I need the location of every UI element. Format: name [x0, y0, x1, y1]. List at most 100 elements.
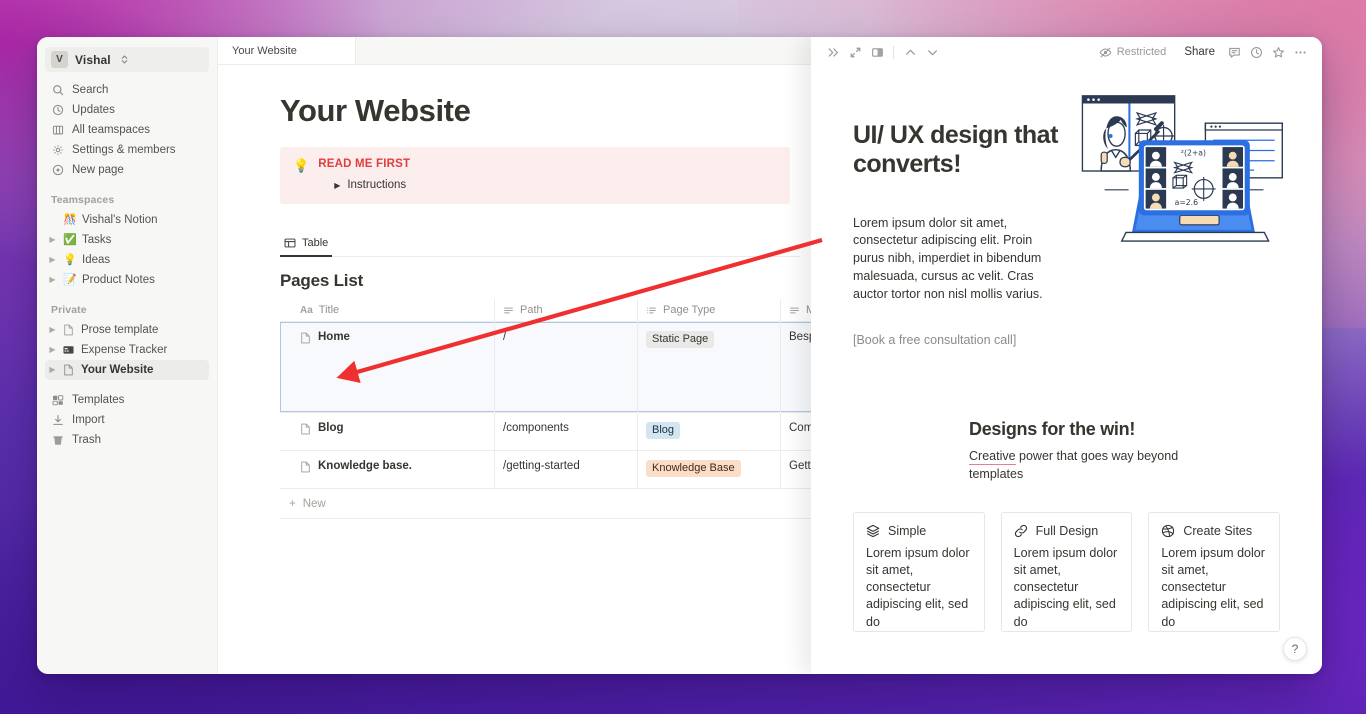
sidebar-section-teamspaces: Teamspaces	[51, 194, 115, 206]
sidebar-item-label: Vishal's Notion	[82, 214, 158, 226]
toggle-instructions[interactable]: ▶ Instructions	[334, 179, 776, 191]
sidebar-item-label: Tasks	[82, 234, 112, 246]
cell-title[interactable]: Knowledge base.	[280, 451, 495, 488]
cell-path[interactable]: /getting-started	[495, 451, 638, 488]
svg-text:²(2+a): ²(2+a)	[1181, 149, 1206, 158]
caret-right-icon[interactable]: ▶	[47, 276, 58, 284]
help-button[interactable]: ?	[1283, 637, 1307, 661]
caret-right-icon[interactable]: ▶	[334, 181, 340, 190]
cell-page-type[interactable]: Knowledge Base	[638, 451, 781, 488]
feature-card-create-sites[interactable]: Create Sites Lorem ipsum dolor sit amet,…	[1148, 511, 1281, 632]
comment-icon[interactable]	[1223, 41, 1245, 63]
expand-diagonal-icon[interactable]	[844, 41, 866, 63]
hero-paragraph: Lorem ipsum dolor sit amet, consectetur …	[853, 215, 1043, 301]
teamspace-emoji-icon: 🎊	[63, 214, 77, 226]
cell-page-type[interactable]: Blog	[638, 413, 781, 450]
toggle-label: Instructions	[347, 179, 407, 191]
card-header: Create Sites	[1161, 524, 1267, 538]
select-icon	[647, 307, 656, 313]
feature-card-full-design[interactable]: Full Design Lorem ipsum dolor sit amet, …	[1000, 511, 1133, 632]
view-tab-label: Table	[302, 237, 329, 249]
sidebar-item-import[interactable]: Import	[45, 410, 209, 430]
sidebar-item-prose-template[interactable]: ▶ Prose template	[45, 320, 209, 340]
caret-right-icon[interactable]: ▶	[47, 256, 58, 264]
sidebar-item-all-teamspaces[interactable]: All teamspaces	[45, 120, 209, 140]
sidebar-item-search[interactable]: Search	[45, 80, 209, 100]
eye-restricted-icon	[1099, 46, 1112, 58]
sidebar-item-ideas[interactable]: ▶ 💡 Ideas	[45, 250, 209, 270]
feature-card-simple[interactable]: Simple Lorem ipsum dolor sit amet, conse…	[853, 511, 985, 632]
table-row[interactable]: Home / Static Page Bespo	[280, 322, 822, 413]
sidebar-item-product-notes[interactable]: ▶ 📝 Product Notes	[45, 270, 209, 290]
import-icon	[51, 414, 64, 427]
sidebar-item-label: Updates	[72, 104, 115, 116]
sidebar-item-new-page[interactable]: New page	[45, 160, 209, 180]
sidebar-item-label: Your Website	[81, 364, 154, 376]
share-button[interactable]: Share	[1178, 43, 1221, 61]
table-row[interactable]: Blog /components Blog Comp	[280, 413, 820, 451]
favorite-star-icon[interactable]	[1267, 41, 1289, 63]
add-new-row-button[interactable]: + New	[280, 489, 820, 519]
sidebar-item-label: Import	[72, 414, 105, 426]
online-classroom-video-call-illustration: ²(2+a) a=2.6	[1079, 89, 1284, 251]
workspace-switcher[interactable]: V Vishal	[45, 47, 209, 72]
chevron-down-icon[interactable]	[921, 41, 943, 63]
cell-title[interactable]: Blog	[280, 413, 495, 450]
double-chevron-right-icon[interactable]	[822, 41, 844, 63]
workspace-avatar: V	[51, 51, 68, 68]
aa-icon: Aa	[300, 304, 313, 316]
teamspace-emoji-icon: 💡	[63, 254, 77, 266]
section-heading: Designs for the win!	[969, 419, 1136, 440]
restricted-label: Restricted	[1116, 46, 1167, 58]
side-peek-icon[interactable]	[866, 41, 888, 63]
sidebar-item-settings-members[interactable]: Settings & members	[45, 140, 209, 160]
page-title: Your Website	[280, 93, 471, 128]
column-header-title[interactable]: Aa Title	[280, 299, 495, 321]
cell-page-type[interactable]: Static Page	[638, 322, 781, 412]
peek-content: UI/ UX design that converts! Lorem ipsum…	[811, 67, 1322, 674]
chevron-up-icon[interactable]	[899, 41, 921, 63]
sidebar-item-your-website[interactable]: ▶ Your Website	[45, 360, 209, 380]
sidebar-item-trash[interactable]: Trash	[45, 430, 209, 450]
view-tab-table[interactable]: Table	[280, 234, 333, 257]
app-window: V Vishal Search Updates All teamspaces S…	[37, 37, 1322, 674]
view-tabs-rule	[280, 256, 800, 257]
sidebar-item-expense-tracker[interactable]: ▶ Expense Tracker	[45, 340, 209, 360]
cell-title[interactable]: Home	[280, 322, 495, 412]
row-title-text: Blog	[318, 422, 344, 434]
table-row[interactable]: Knowledge base. /getting-started Knowled…	[280, 451, 820, 489]
search-icon	[51, 84, 64, 97]
sidebar-item-templates[interactable]: Templates	[45, 390, 209, 410]
sidebar-divider-gap	[37, 380, 217, 390]
sidebar-item-label: New page	[72, 164, 124, 176]
cell-path[interactable]: /components	[495, 413, 638, 450]
database-view-tabs: Table	[280, 234, 800, 257]
restricted-status[interactable]: Restricted	[1099, 46, 1167, 59]
workspace-name: Vishal	[75, 52, 111, 67]
caret-right-icon[interactable]: ▶	[47, 366, 58, 374]
sidebar-item-label: Settings & members	[72, 144, 176, 156]
sidebar-item-tasks[interactable]: ▶ ✅ Tasks	[45, 230, 209, 250]
cell-path[interactable]: /	[495, 322, 638, 412]
hero-cta-link[interactable]: [Book a free consultation call]	[853, 333, 1065, 347]
row-title-text: Knowledge base.	[318, 460, 412, 472]
tab-your-website[interactable]: Your Website	[218, 37, 356, 64]
creative-link[interactable]: Creative	[969, 449, 1016, 466]
column-header-path[interactable]: Path	[495, 299, 638, 321]
hero-heading: UI/ UX design that converts!	[853, 121, 1058, 178]
sidebar-item-vishals-notion[interactable]: 🎊 Vishal's Notion	[45, 210, 209, 230]
caret-right-icon[interactable]: ▶	[47, 326, 58, 334]
page-icon	[300, 461, 312, 476]
ellipsis-more-icon[interactable]	[1289, 41, 1311, 63]
caret-right-icon[interactable]: ▶	[47, 236, 58, 244]
caret-right-icon[interactable]: ▶	[47, 346, 58, 354]
trash-icon	[51, 434, 64, 447]
hero-text-column: UI/ UX design that converts! Lorem ipsum…	[853, 89, 1065, 347]
sidebar-item-label: All teamspaces	[72, 124, 150, 136]
sidebar-item-updates[interactable]: Updates	[45, 100, 209, 120]
history-clock-icon[interactable]	[1245, 41, 1267, 63]
status-badge: Blog	[646, 422, 681, 439]
sidebar-item-label: Product Notes	[82, 274, 155, 286]
callout-title: READ ME FIRST	[318, 158, 411, 170]
column-header-page-type[interactable]: Page Type	[638, 299, 781, 321]
